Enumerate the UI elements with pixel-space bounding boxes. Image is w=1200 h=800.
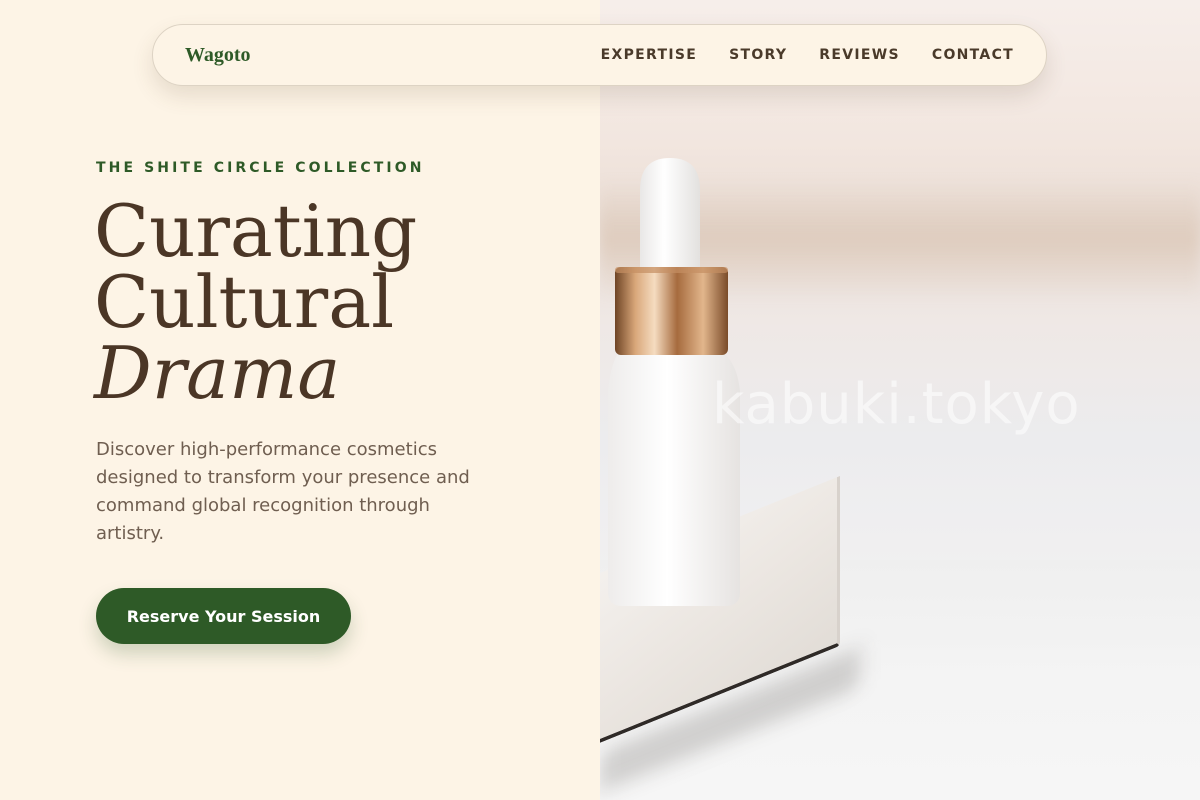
nav-link-contact[interactable]: CONTACT	[932, 47, 1014, 63]
nav-link-story[interactable]: STORY	[729, 47, 787, 63]
hero-description: Discover high-performance cosmetics desi…	[96, 439, 470, 544]
collection-eyebrow: THE SHITE CIRCLE COLLECTION	[96, 160, 425, 176]
nav-link-reviews[interactable]: REVIEWS	[819, 47, 900, 63]
nav-link-expertise[interactable]: EXPERTISE	[601, 47, 697, 63]
image-watermark: kabuki.tokyo	[712, 372, 1081, 437]
nav-links: EXPERTISE STORY REVIEWS CONTACT	[601, 47, 1014, 63]
headline-accent: Drama	[94, 331, 341, 415]
headline-line-1: Curating	[94, 189, 418, 273]
headline-line-2: Cultural	[94, 260, 395, 344]
reserve-session-button[interactable]: Reserve Your Session	[96, 588, 351, 644]
brand-logo[interactable]: Wagoto	[185, 44, 251, 67]
hero-headline: Curating Cultural Drama	[94, 189, 418, 415]
top-navbar: Wagoto EXPERTISE STORY REVIEWS CONTACT	[152, 24, 1047, 86]
